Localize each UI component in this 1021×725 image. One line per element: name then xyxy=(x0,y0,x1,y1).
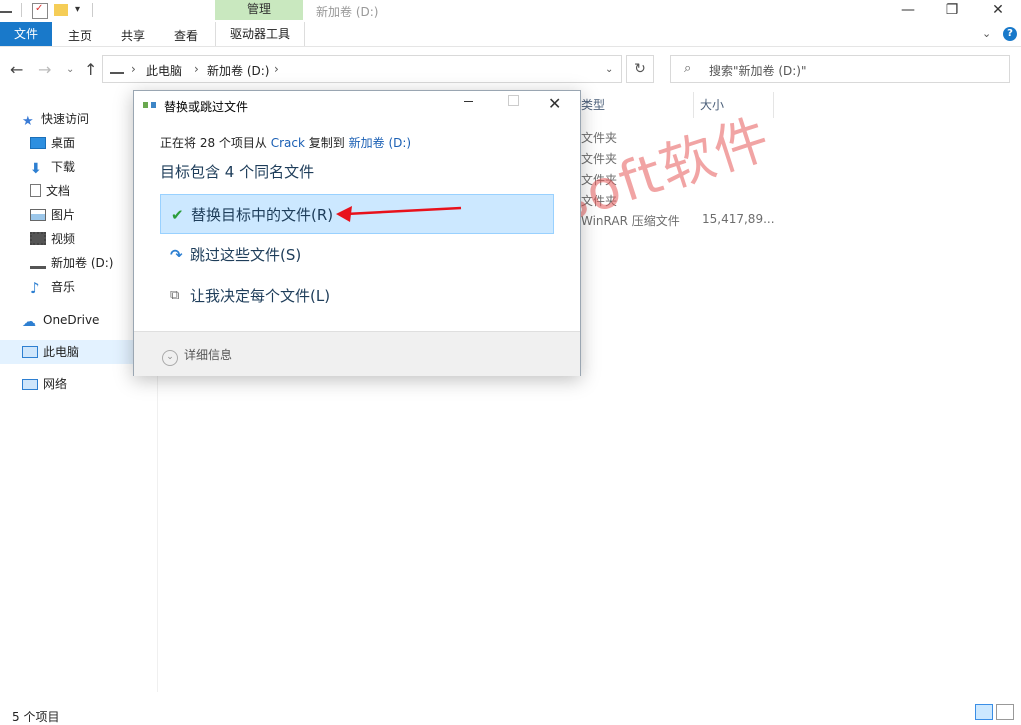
tab-drive-tools[interactable]: 驱动器工具 xyxy=(215,22,305,46)
skip-files-option[interactable]: ↷ 跳过这些文件(S) xyxy=(160,235,554,275)
dialog-title: 替换或跳过文件 xyxy=(164,100,249,114)
tab-home[interactable]: 主页 xyxy=(68,27,92,44)
breadcrumb-separator-icon[interactable]: › xyxy=(274,62,279,76)
properties-icon[interactable]: ✓ xyxy=(32,3,48,19)
customize-qat-icon[interactable]: ▾ xyxy=(75,4,80,15)
title-bar xyxy=(0,0,1021,22)
separator xyxy=(21,3,22,17)
download-icon: ⬇ xyxy=(30,161,42,177)
address-dropdown-icon[interactable]: ⌄ xyxy=(605,64,613,75)
window-title: 新加卷 (D:) xyxy=(316,5,379,19)
sidebar-item-network[interactable]: 网络 xyxy=(22,373,67,395)
large-icons-view-icon[interactable] xyxy=(996,704,1014,720)
recent-locations-icon[interactable]: ⌄ xyxy=(66,64,74,75)
arrow-head xyxy=(336,206,352,222)
ribbon xyxy=(0,22,1021,47)
tab-view[interactable]: 查看 xyxy=(174,27,198,44)
status-item-count: 5 个项目 xyxy=(12,710,60,724)
arrow-shaft xyxy=(345,206,462,216)
sidebar-item-pictures[interactable]: 图片 xyxy=(30,204,75,226)
column-divider[interactable] xyxy=(773,92,774,118)
sidebar-item-music[interactable]: ♪ 音乐 xyxy=(30,276,75,298)
breadcrumb-separator-icon: › xyxy=(131,62,136,76)
search-box[interactable]: ⌕ 搜索"新加卷 (D:)" xyxy=(670,55,1010,83)
skip-icon: ↷ xyxy=(170,246,183,264)
copy-progress-info: 正在将 28 个项目从 Crack 复制到 新加卷 (D:) xyxy=(160,136,412,150)
up-icon[interactable]: ↑ xyxy=(84,60,97,79)
refresh-button[interactable]: ↻ xyxy=(626,55,654,83)
details-view-icon[interactable] xyxy=(975,704,993,720)
separator xyxy=(92,3,93,17)
document-icon xyxy=(30,184,41,197)
dialog-minimize-button[interactable] xyxy=(464,101,473,102)
address-bar[interactable]: › 此电脑 › 新加卷 (D:) › ⌄ xyxy=(102,55,622,83)
back-icon[interactable]: ← xyxy=(10,60,23,79)
tab-manage[interactable]: 管理 xyxy=(215,0,303,20)
music-icon: ♪ xyxy=(30,279,40,297)
file-transfer-icon xyxy=(143,100,157,110)
dialog-maximize-button xyxy=(508,95,519,106)
network-icon xyxy=(22,379,38,390)
sidebar-item-drive-d[interactable]: 新加卷 (D:) xyxy=(30,252,113,274)
desktop-icon xyxy=(30,137,46,149)
drive-icon xyxy=(110,67,124,74)
video-icon xyxy=(30,232,46,245)
sidebar-item-quick-access[interactable]: ★ 快速访问 xyxy=(22,108,89,130)
sidebar-item-desktop[interactable]: 桌面 xyxy=(30,132,75,154)
sidebar-item-downloads[interactable]: ⬇ 下载 xyxy=(30,156,75,178)
sidebar-item-documents[interactable]: 文档 xyxy=(30,180,70,202)
replace-or-skip-dialog: 替换或跳过文件 ✕ 正在将 28 个项目从 Crack 复制到 新加卷 (D:)… xyxy=(133,90,581,376)
search-icon: ⌕ xyxy=(684,61,692,76)
cloud-icon: ☁ xyxy=(22,314,36,330)
dialog-heading: 目标包含 4 个同名文件 xyxy=(160,163,315,181)
dialog-close-button[interactable]: ✕ xyxy=(548,94,561,113)
expand-ribbon-icon[interactable]: ⌄ xyxy=(982,27,991,40)
help-icon[interactable]: ? xyxy=(1003,27,1017,41)
computer-icon xyxy=(22,346,38,358)
checkmark-icon: ✔ xyxy=(171,206,184,224)
decide-each-file-option[interactable]: ⧉ 让我决定每个文件(L) xyxy=(160,276,554,316)
tab-file[interactable]: 文件 xyxy=(0,22,52,46)
sidebar-item-videos[interactable]: 视频 xyxy=(30,228,75,250)
decide-icon: ⧉ xyxy=(170,288,180,303)
sidebar-item-onedrive[interactable]: ☁ OneDrive xyxy=(22,309,99,331)
new-folder-icon[interactable] xyxy=(54,4,68,16)
sidebar-item-this-pc[interactable]: 此电脑 xyxy=(22,341,79,363)
breadcrumb-drive-d[interactable]: 新加卷 (D:) xyxy=(207,62,269,79)
annotation-arrow xyxy=(336,206,462,222)
forward-icon[interactable]: → xyxy=(38,60,51,79)
star-icon: ★ xyxy=(22,114,34,129)
minimize-button[interactable]: — xyxy=(885,0,931,22)
picture-icon xyxy=(30,209,46,221)
dialog-footer: ⌄ 详细信息 xyxy=(134,331,580,376)
table-row-size[interactable]: 15,417,89... xyxy=(702,212,775,226)
tab-share[interactable]: 共享 xyxy=(121,27,145,44)
drive-icon xyxy=(30,260,46,269)
column-header-type[interactable]: 类型 xyxy=(581,96,605,113)
search-input[interactable]: 搜索"新加卷 (D:)" xyxy=(709,62,807,79)
more-details-toggle[interactable]: ⌄ 详细信息 xyxy=(162,346,232,366)
source-folder-link[interactable]: Crack xyxy=(271,136,305,150)
chevron-down-icon: ⌄ xyxy=(162,350,178,366)
maximize-button[interactable]: ❐ xyxy=(929,0,975,22)
target-folder-link[interactable]: 新加卷 (D:) xyxy=(349,136,411,150)
drive-icon[interactable] xyxy=(0,5,12,13)
close-button[interactable]: ✕ xyxy=(975,0,1021,22)
breadcrumb-this-pc[interactable]: 此电脑 xyxy=(146,62,182,79)
breadcrumb-separator-icon[interactable]: › xyxy=(194,62,199,76)
